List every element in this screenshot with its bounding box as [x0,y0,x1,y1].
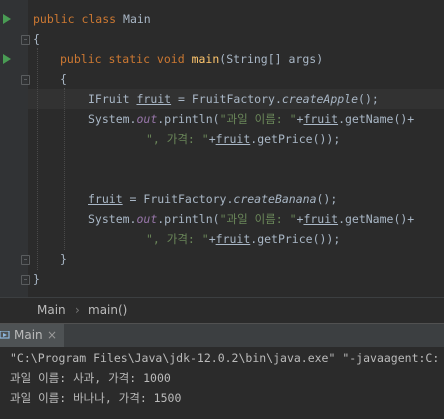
code-token: } [33,272,40,286]
code-token: fruit [215,232,251,246]
close-icon[interactable]: × [47,328,57,342]
run-toolwindow-header: Main × [0,323,444,348]
code-token: .println( [157,212,220,226]
code-line[interactable]: } [33,269,40,289]
code-token: (String[] args) [219,52,324,66]
code-token: { [33,32,40,46]
code-token: fruit [303,212,339,226]
code-token: .getName()+ [338,212,415,226]
fold-icon[interactable] [21,35,30,45]
code-token: createBanana [233,192,317,206]
console-line: 과일 이름: 사과, 가격: 1000 [10,371,171,385]
code-token: .println( [157,112,220,126]
code-token: + [208,132,216,146]
code-token: Main [123,12,151,26]
code-line[interactable]: public class Main [33,9,151,29]
code-token: out [136,112,158,126]
code-line[interactable]: } [60,249,67,269]
fold-icon[interactable] [21,275,30,285]
code-token: fruit [303,112,339,126]
code-token: = FruitFactory. [122,192,234,206]
indent-guide [64,88,65,250]
run-config-icon [0,331,10,339]
fold-icon[interactable] [21,75,30,85]
run-tab[interactable]: Main × [0,324,64,348]
code-token: createApple [281,92,359,106]
code-token: .getPrice()); [250,132,341,146]
run-main-icon[interactable] [3,54,11,64]
code-token: = FruitFactory. [171,92,282,106]
code-token: "과일 이름: " [219,112,297,126]
code-editor[interactable]: public class Main { public static void m… [0,0,444,297]
editor-gutter [0,0,30,297]
code-token: main [191,52,220,66]
console-output[interactable]: "C:\Program Files\Java\jdk-12.0.2\bin\ja… [0,347,444,419]
code-line[interactable]: System.out.println("과일 이름: "+fruit.getNa… [88,109,414,129]
code-token: .getPrice()); [250,232,341,246]
run-class-icon[interactable] [3,14,11,24]
console-line: 과일 이름: 바나나, 가격: 1500 [10,391,182,405]
code-token: .getName()+ [338,112,415,126]
code-token: { [60,72,67,86]
breadcrumb-method[interactable]: main() [88,303,127,317]
code-line[interactable]: System.out.println("과일 이름: "+fruit.getNa… [88,209,414,229]
fold-icon[interactable] [21,255,30,265]
code-line[interactable]: fruit = FruitFactory.createBanana(); [88,189,337,209]
code-token: "과일 이름: " [219,212,297,226]
code-line[interactable]: { [33,29,40,49]
code-token: ", 가격: " [146,132,209,146]
code-token: IFruit [88,92,137,106]
console-line: "C:\Program Files\Java\jdk-12.0.2\bin\ja… [10,351,440,365]
code-line[interactable]: { [60,69,67,89]
code-token: fruit [136,92,172,106]
code-token: (); [358,92,379,106]
code-token: out [136,212,158,226]
breadcrumb-class[interactable]: Main [37,303,66,317]
code-line[interactable]: IFruit fruit = FruitFactory.createApple(… [88,89,379,109]
breadcrumb: Main › main() [0,297,444,324]
code-token: public class [33,12,124,26]
code-token: public static void [60,52,192,66]
code-token: (); [316,192,338,206]
code-token: fruit [215,132,251,146]
run-tab-label: Main [14,328,43,342]
code-token: ", 가격: " [146,232,209,246]
code-token: + [208,232,216,246]
code-token: System. [88,212,137,226]
indent-guide [37,48,38,270]
code-line[interactable]: ", 가격: "+fruit.getPrice()); [146,229,340,249]
code-token: } [60,252,67,266]
code-line[interactable]: public static void main(String[] args) [60,49,323,69]
code-token: System. [88,112,137,126]
breadcrumb-separator: › [75,303,80,317]
code-token: fruit [88,192,123,206]
code-line[interactable]: ", 가격: "+fruit.getPrice()); [146,129,340,149]
